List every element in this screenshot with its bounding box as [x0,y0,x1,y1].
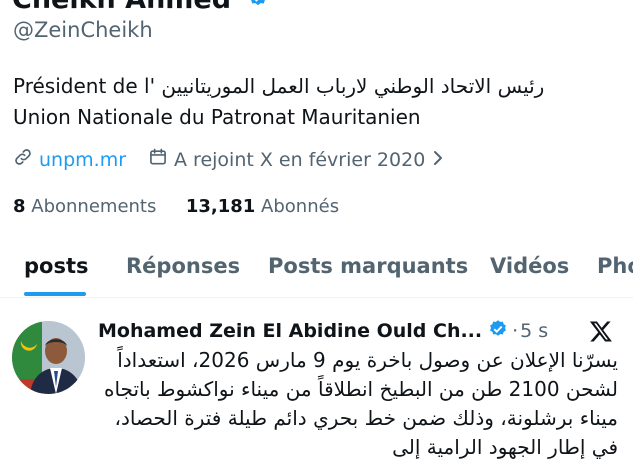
followers-count: 13,181 [185,196,256,217]
following-label: Abonnements [31,196,157,217]
profile-name: Cheikh Ahmed [12,0,270,16]
profile-bio: Président de l' رئيس الاتحاد الوطني لارب… [13,71,623,133]
avatar[interactable] [12,321,85,394]
link-icon [13,147,33,172]
tab-photos[interactable]: Pho [597,254,633,278]
bio-line-1: Président de l' رئيس الاتحاد الوطني لارب… [13,74,545,98]
verified-badge-icon [246,0,270,16]
active-tab-indicator [24,292,86,296]
post-author[interactable]: Mohamed Zein El Abidine Ould Ch... [98,320,482,342]
joined-text: A rejoint X en février 2020 [174,148,426,171]
tab-replies[interactable]: Réponses [126,254,240,278]
tab-posts[interactable]: posts [24,254,89,278]
post-time[interactable]: 5 s [520,320,548,342]
bio-line-2: Union Nationale du Patronat Mauritanien [13,105,421,129]
followers-link[interactable]: 13,181 Abonnés [186,196,339,217]
followers-label: Abonnés [261,196,340,217]
website-link[interactable]: unpm.mr [39,149,126,171]
tab-highlights[interactable]: Posts marquants [268,254,468,278]
following-link[interactable]: 8 Abonnements [13,196,156,217]
separator-dot: · [512,320,519,342]
joined-date[interactable]: A rejoint X en février 2020 [148,147,445,172]
profile-meta: unpm.mr A rejoint X en février 2020 [13,147,445,172]
post-header: Mohamed Zein El Abidine Ould Ch... · 5 s [98,319,548,343]
chevron-right-icon [431,149,445,171]
follow-stats: 8 Abonnements 13,181 Abonnés [13,196,339,217]
post-item[interactable]: Mohamed Zein El Abidine Ould Ch... · 5 s… [0,299,633,470]
x-logo-icon [589,319,613,347]
calendar-icon [148,147,168,172]
profile-tabs: posts Réponses Posts marquants Vidéos Ph… [0,248,633,298]
post-text: يسرّنا الإعلان عن وصول باخرة يوم 9 مارس … [103,348,618,459]
profile-name-text: Cheikh Ahmed [12,0,231,15]
verified-badge-icon [488,319,508,343]
following-count: 8 [13,196,26,217]
profile-handle: @ZeinCheikh [13,18,153,42]
tab-videos[interactable]: Vidéos [490,254,569,278]
